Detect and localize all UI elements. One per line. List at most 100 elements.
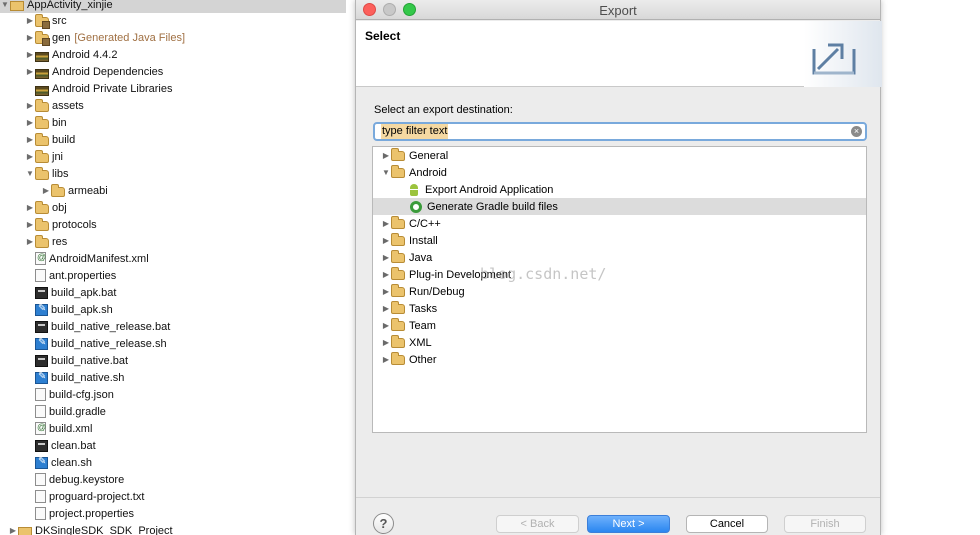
- tree-item-armeabi[interactable]: ▶ armeabi: [41, 182, 108, 199]
- tree-item-build-apk-sh[interactable]: build_apk.sh: [25, 301, 113, 318]
- tree-item-team[interactable]: ▶ Team: [373, 317, 866, 334]
- tree-item-install[interactable]: ▶ Install: [373, 232, 866, 249]
- tree-item-assets[interactable]: ▶ assets: [25, 97, 84, 114]
- collapsed-arrow-icon[interactable]: ▶: [25, 63, 35, 80]
- tree-item-build[interactable]: ▶ build: [25, 131, 75, 148]
- next-button[interactable]: Next >: [587, 515, 670, 533]
- collapsed-arrow-icon[interactable]: ▶: [381, 266, 391, 283]
- clear-filter-icon[interactable]: ×: [851, 126, 862, 137]
- tree-item-generate-gradle-build-files[interactable]: Generate Gradle build files: [373, 198, 866, 215]
- collapsed-arrow-icon[interactable]: ▶: [25, 46, 35, 63]
- tree-item-ant-properties[interactable]: ant.properties: [25, 267, 116, 284]
- project-explorer: ▼ AppActivity_xinjie ▶ src ▶ gen [Generated…: [0, 0, 346, 535]
- tree-item-label: Tasks: [409, 302, 438, 315]
- tree-item-build-gradle[interactable]: build.gradle: [25, 403, 106, 420]
- collapsed-arrow-icon[interactable]: ▶: [381, 232, 391, 249]
- tree-item-label: bin: [52, 116, 67, 129]
- collapsed-arrow-icon[interactable]: ▶: [25, 199, 35, 216]
- tree-item-android-private-libraries[interactable]: Android Private Libraries: [25, 80, 172, 97]
- tree-item-export-android-application[interactable]: Export Android Application: [373, 181, 866, 198]
- collapsed-arrow-icon[interactable]: ▶: [381, 334, 391, 351]
- sh-file-icon: [35, 371, 48, 384]
- finish-button[interactable]: Finish: [784, 515, 866, 533]
- collapsed-arrow-icon[interactable]: ▶: [381, 147, 391, 164]
- back-button[interactable]: < Back: [496, 515, 579, 533]
- collapsed-arrow-icon[interactable]: ▶: [381, 215, 391, 232]
- tree-item-build-xml[interactable]: build.xml: [25, 420, 92, 437]
- collapsed-arrow-icon[interactable]: ▶: [381, 351, 391, 368]
- tree-item-android-442[interactable]: ▶ Android 4.4.2: [25, 46, 117, 63]
- tree-item-debug-keystore[interactable]: debug.keystore: [25, 471, 124, 488]
- tree-item-jni[interactable]: ▶ jni: [25, 148, 63, 165]
- tree-item-label: General: [409, 149, 449, 162]
- collapsed-arrow-icon[interactable]: ▶: [381, 283, 391, 300]
- tree-item-decoration: [Generated Java Files]: [74, 31, 186, 44]
- collapsed-arrow-icon[interactable]: ▶: [25, 29, 35, 46]
- tree-item-clean-bat[interactable]: clean.bat: [25, 437, 96, 454]
- help-icon[interactable]: ?: [373, 513, 394, 534]
- collapsed-arrow-icon[interactable]: ▶: [25, 97, 35, 114]
- collapsed-arrow-icon[interactable]: ▶: [25, 233, 35, 250]
- tree-item-libs[interactable]: ▼ libs: [25, 165, 69, 182]
- expand-arrow-icon[interactable]: ▼: [25, 165, 35, 182]
- tree-item-protocols[interactable]: ▶ protocols: [25, 216, 97, 233]
- tree-item-label: AndroidManifest.xml: [49, 252, 149, 265]
- cancel-button[interactable]: Cancel: [686, 515, 768, 533]
- collapsed-arrow-icon[interactable]: ▶: [8, 522, 18, 535]
- collapsed-arrow-icon[interactable]: ▶: [25, 114, 35, 131]
- collapsed-arrow-icon[interactable]: ▶: [25, 131, 35, 148]
- tree-item-tasks[interactable]: ▶ Tasks: [373, 300, 866, 317]
- tree-item-gen[interactable]: ▶ gen [Generated Java Files]: [25, 29, 185, 46]
- folder-icon: [391, 249, 405, 263]
- watermark: blog.csdn.net/: [480, 265, 607, 283]
- tree-item-label: build_native.sh: [51, 371, 125, 384]
- tree-item-label: build_apk.bat: [51, 286, 117, 299]
- tree-item-plugin-development[interactable]: ▶ Plug-in Development: [373, 266, 866, 283]
- tree-item-xml[interactable]: ▶ XML: [373, 334, 866, 351]
- expand-arrow-icon[interactable]: ▼: [381, 164, 391, 181]
- tree-item-label: gen: [52, 31, 71, 44]
- tree-item-bin[interactable]: ▶ bin: [25, 114, 67, 131]
- collapsed-arrow-icon[interactable]: ▶: [41, 182, 51, 199]
- tree-item-java[interactable]: ▶ Java: [373, 249, 866, 266]
- expand-arrow-icon[interactable]: ▼: [0, 0, 10, 13]
- bat-file-icon: [35, 439, 48, 452]
- tree-item-other[interactable]: ▶ Other: [373, 351, 866, 368]
- collapsed-arrow-icon[interactable]: ▶: [381, 249, 391, 266]
- bat-file-icon: [35, 354, 48, 367]
- folder-icon: [35, 166, 49, 180]
- tree-item-obj[interactable]: ▶ obj: [25, 199, 67, 216]
- tree-item-build-cfg-json[interactable]: build-cfg.json: [25, 386, 114, 403]
- tree-item-proguard-project[interactable]: proguard-project.txt: [25, 488, 144, 505]
- tree-item-build-apk-bat[interactable]: build_apk.bat: [25, 284, 116, 301]
- tree-item-run-debug[interactable]: ▶ Run/Debug: [373, 283, 866, 300]
- tree-item-build-native-sh[interactable]: build_native.sh: [25, 369, 124, 386]
- folder-icon: [35, 115, 49, 129]
- collapsed-arrow-icon[interactable]: ▶: [381, 317, 391, 334]
- tree-item-cpp[interactable]: ▶ C/C++: [373, 215, 866, 232]
- tree-item-next-project[interactable]: ▶ DKSingleSDK_SDK_Project: [8, 522, 173, 535]
- tree-item-project-properties[interactable]: project.properties: [25, 505, 134, 522]
- tree-item-res[interactable]: ▶ res: [25, 233, 67, 250]
- tree-item-build-native-release-bat[interactable]: build_native_release.bat: [25, 318, 170, 335]
- tree-item-android[interactable]: ▼ Android: [373, 164, 866, 181]
- collapsed-arrow-icon[interactable]: ▶: [25, 12, 35, 29]
- dialog-titlebar[interactable]: Export: [356, 0, 880, 20]
- xml-file-icon: [35, 422, 46, 435]
- tree-item-build-native-bat[interactable]: build_native.bat: [25, 352, 128, 369]
- collapsed-arrow-icon[interactable]: ▶: [25, 216, 35, 233]
- filter-input-value: type filter text: [381, 124, 449, 139]
- collapsed-arrow-icon[interactable]: ▶: [25, 148, 35, 165]
- tree-item-androidmanifest[interactable]: AndroidManifest.xml: [25, 250, 149, 267]
- collapsed-arrow-icon[interactable]: ▶: [381, 300, 391, 317]
- folder-icon: [35, 234, 49, 248]
- tree-item-android-dependencies[interactable]: ▶ Android Dependencies: [25, 63, 163, 80]
- tree-item-label: build_native_release.sh: [51, 337, 167, 350]
- tree-item-clean-sh[interactable]: clean.sh: [25, 454, 92, 471]
- tree-item-build-native-release-sh[interactable]: build_native_release.sh: [25, 335, 167, 352]
- tree-item-src[interactable]: ▶ src: [25, 12, 67, 29]
- tree-item-general[interactable]: ▶ General: [373, 147, 866, 164]
